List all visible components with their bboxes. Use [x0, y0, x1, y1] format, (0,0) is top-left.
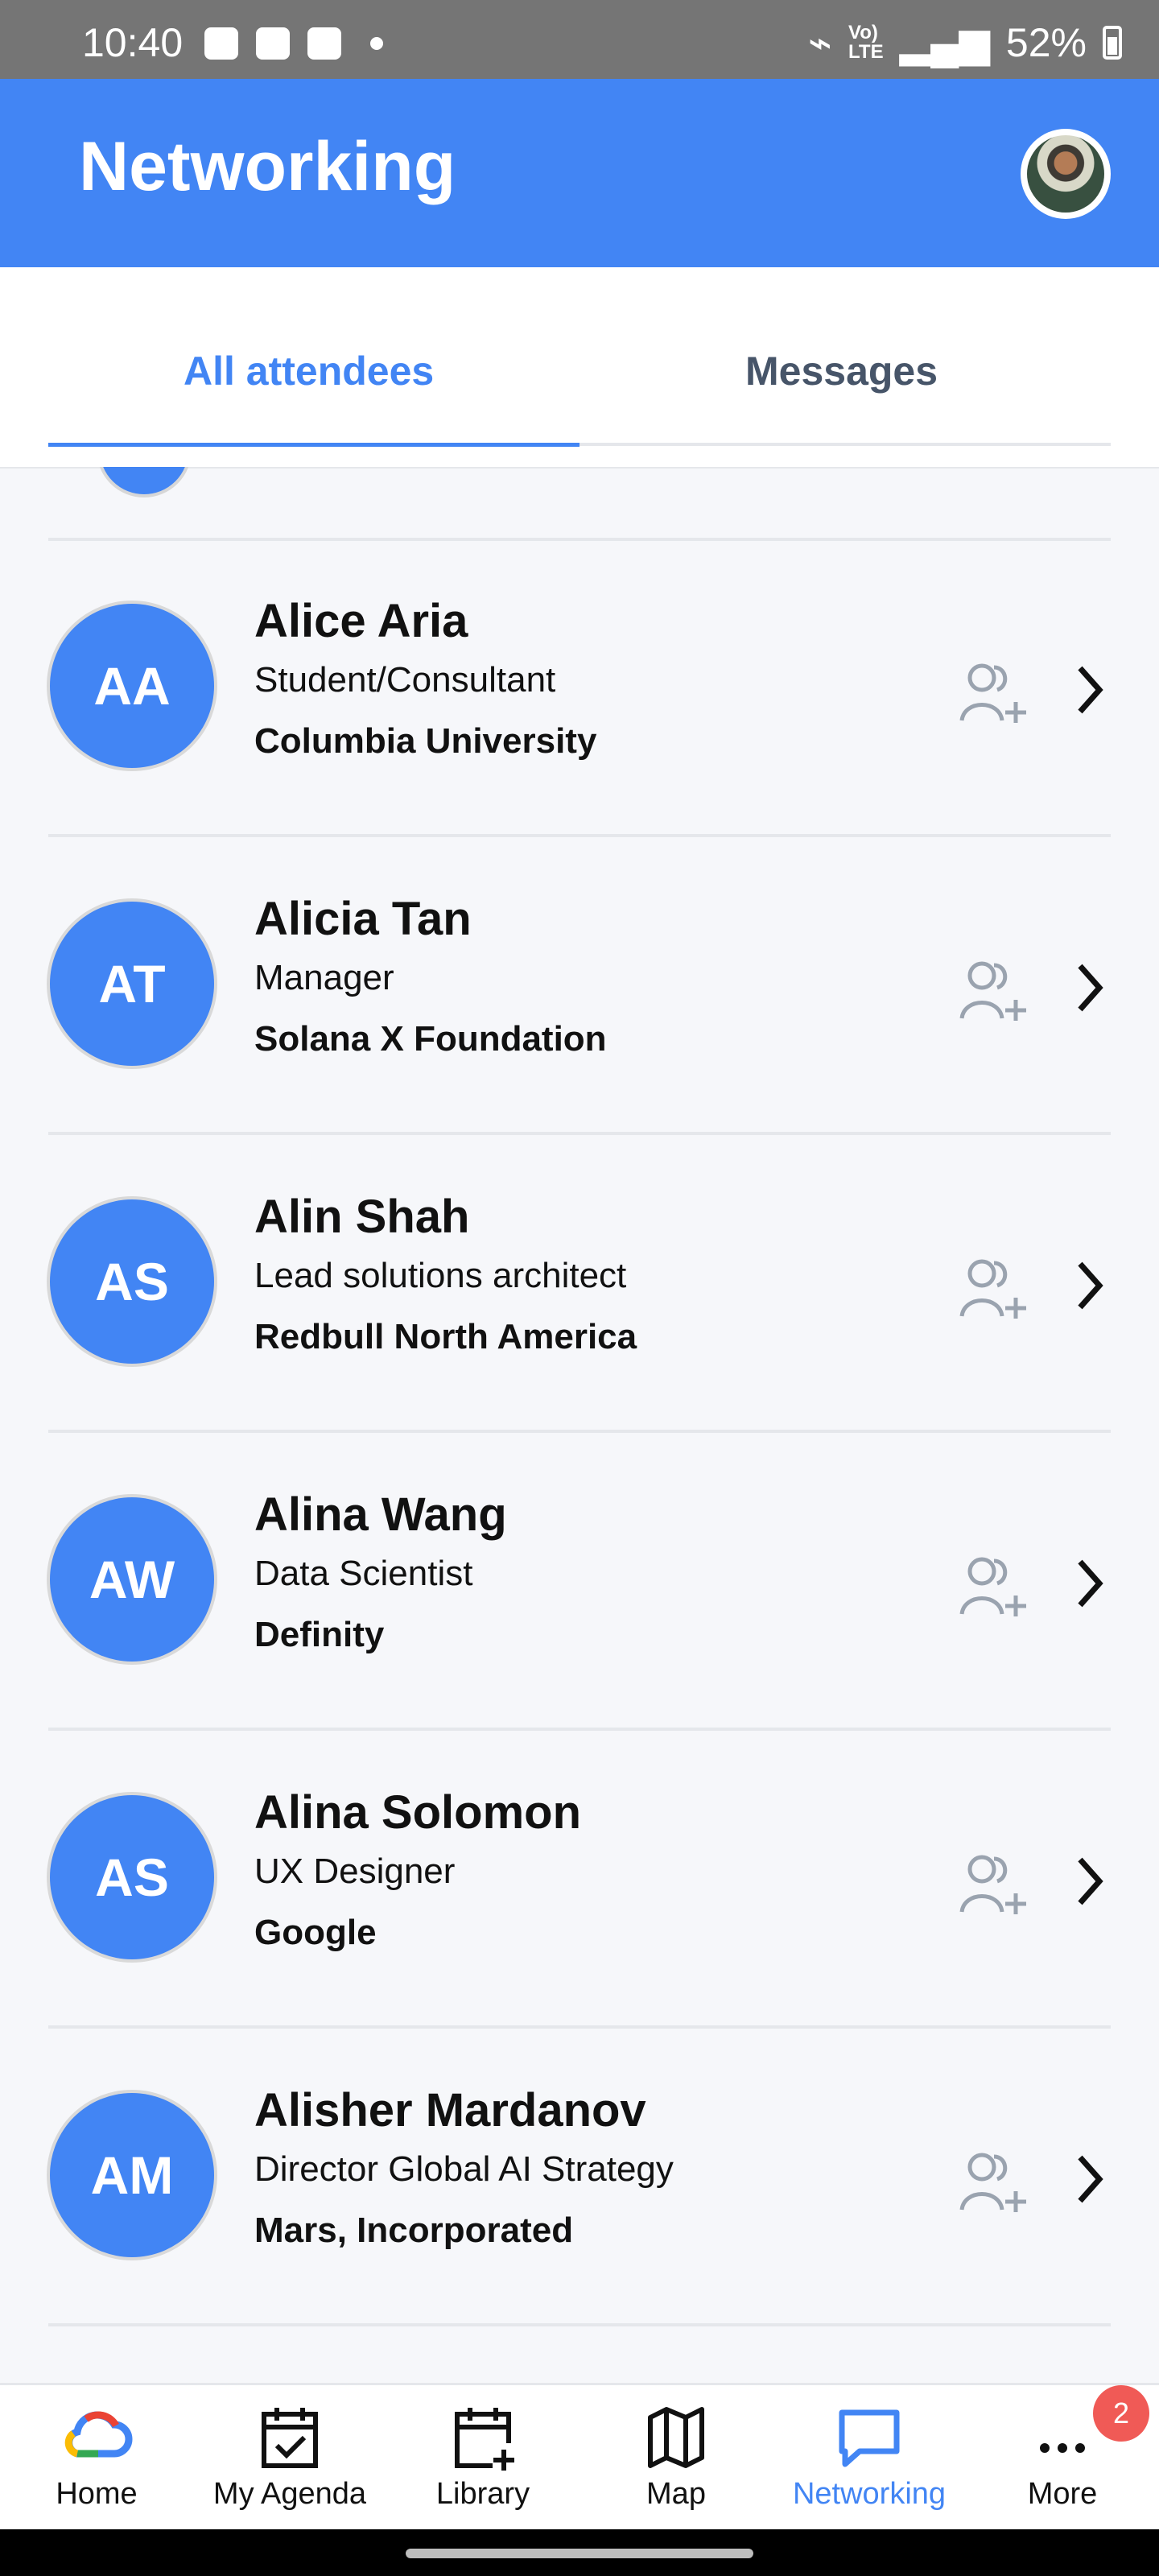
page-title: Networking [79, 128, 456, 205]
notification-dot-icon [370, 37, 383, 50]
signal-icon: ▂▄▆ [899, 20, 990, 65]
chevron-right-icon[interactable] [1070, 960, 1109, 1016]
profile-photo [1027, 135, 1104, 213]
calendar-plus-icon [455, 2408, 514, 2471]
add-contact-icon[interactable] [958, 2149, 1029, 2214]
more-dots-icon [1040, 2443, 1085, 2453]
system-navigation-area [0, 2529, 1159, 2576]
active-tab-indicator [48, 443, 580, 447]
nav-map[interactable]: Map [580, 2385, 773, 2532]
chat-bubble-icon [839, 2409, 900, 2467]
attendee-name: Alisher Mardanov [254, 2084, 646, 2136]
attendee-company: Redbull North America [254, 1317, 637, 1356]
avatar: AS [50, 1199, 214, 1364]
attendee-title: Director Global AI Strategy [254, 2149, 674, 2189]
add-contact-icon[interactable] [958, 660, 1029, 724]
bottom-navigation: Home My Agenda Library Map Networking 2 … [0, 2383, 1159, 2532]
attendee-name: Alicia Tan [254, 893, 472, 945]
nav-home[interactable]: Home [0, 2385, 193, 2532]
nav-label: Home [56, 2477, 138, 2511]
battery-icon [1103, 26, 1122, 60]
attendee-title: Manager [254, 958, 394, 997]
chevron-right-icon[interactable] [1070, 1853, 1109, 1909]
notification-badge: 2 [1093, 2385, 1149, 2442]
battery-percent: 52% [1005, 20, 1087, 65]
nav-my-agenda[interactable]: My Agenda [193, 2385, 386, 2532]
attendee-title: UX Designer [254, 1852, 456, 1891]
nav-library[interactable]: Library [386, 2385, 580, 2532]
attendee-title: Data Scientist [254, 1554, 473, 1593]
nav-label: Networking [792, 2477, 947, 2511]
chevron-right-icon[interactable] [1070, 662, 1109, 718]
attendee-company: Columbia University [254, 721, 597, 761]
attendee-name: Alin Shah [254, 1191, 470, 1243]
status-time: 10:40 [82, 20, 184, 65]
profile-avatar[interactable] [1021, 129, 1111, 219]
nav-more[interactable]: 2 More [966, 2385, 1159, 2532]
outlook-icon [256, 27, 290, 60]
attendee-title: Student/Consultant [254, 660, 556, 700]
list-item[interactable]: AS Alin Shah Lead solutions architect Re… [0, 1135, 1159, 1433]
gallery-icon [204, 27, 238, 60]
avatar: AS [50, 1795, 214, 1959]
google-cloud-icon [64, 2411, 133, 2458]
add-contact-icon[interactable] [958, 1256, 1029, 1320]
nav-label: My Agenda [212, 2477, 367, 2511]
tab-all-attendees[interactable]: All attendees [184, 348, 434, 394]
attendee-company: Solana X Foundation [254, 1019, 607, 1059]
nav-label: Map [646, 2477, 706, 2511]
avatar: AT [50, 902, 214, 1066]
nav-networking[interactable]: Networking [773, 2385, 966, 2532]
attendee-list[interactable]: AA Alice Aria Student/Consultant Columbi… [0, 467, 1159, 2383]
attendee-company: Google [254, 1913, 377, 1952]
add-contact-icon[interactable] [958, 1852, 1029, 1916]
calendar-check-icon [262, 2408, 318, 2468]
tab-bar: All attendees Messages [0, 267, 1159, 469]
add-contact-icon[interactable] [958, 1554, 1029, 1618]
list-item[interactable]: AW Alina Wang Data Scientist Definity [0, 1433, 1159, 1731]
partial-list-item[interactable] [48, 467, 1111, 541]
attendee-company: Mars, Incorporated [254, 2211, 574, 2250]
notification-icons [204, 27, 383, 60]
list-item[interactable]: AT Alicia Tan Manager Solana X Foundatio… [0, 837, 1159, 1135]
avatar: AA [50, 604, 214, 768]
status-bar: 10:40 ⌁ Vo) LTE ▂▄▆ 52% [0, 0, 1159, 79]
add-contact-icon[interactable] [958, 958, 1029, 1022]
attendee-name: Alina Solomon [254, 1786, 581, 1839]
partial-avatar [97, 467, 192, 497]
home-gesture-bar[interactable] [406, 2549, 753, 2558]
avatar: AM [50, 2093, 214, 2257]
map-icon [648, 2407, 704, 2468]
list-item[interactable]: AA Alice Aria Student/Consultant Columbi… [0, 539, 1159, 837]
list-item[interactable]: AS Alina Solomon UX Designer Google [0, 1731, 1159, 2029]
attendee-title: Lead solutions architect [254, 1256, 627, 1295]
avatar: AW [50, 1497, 214, 1662]
chevron-right-icon[interactable] [1070, 2151, 1109, 2207]
attendee-company: Definity [254, 1615, 385, 1654]
system-icons: ⌁ Vo) LTE ▂▄▆ 52% [808, 19, 1122, 66]
attendee-rows: AA Alice Aria Student/Consultant Columbi… [0, 539, 1159, 2326]
attendee-name: Alina Wang [254, 1488, 507, 1541]
volte-icon: Vo) LTE [848, 22, 884, 63]
attendee-name: Alice Aria [254, 595, 468, 647]
app-bar: Networking [0, 79, 1159, 267]
tab-messages[interactable]: Messages [745, 348, 938, 394]
nav-label: Library [435, 2477, 530, 2511]
chevron-right-icon[interactable] [1070, 1555, 1109, 1612]
paytm-icon [307, 27, 341, 60]
chevron-right-icon[interactable] [1070, 1257, 1109, 1314]
wifi-icon: ⌁ [807, 20, 833, 65]
nav-label: More [1027, 2477, 1098, 2511]
list-item[interactable]: AM Alisher Mardanov Director Global AI S… [0, 2029, 1159, 2326]
